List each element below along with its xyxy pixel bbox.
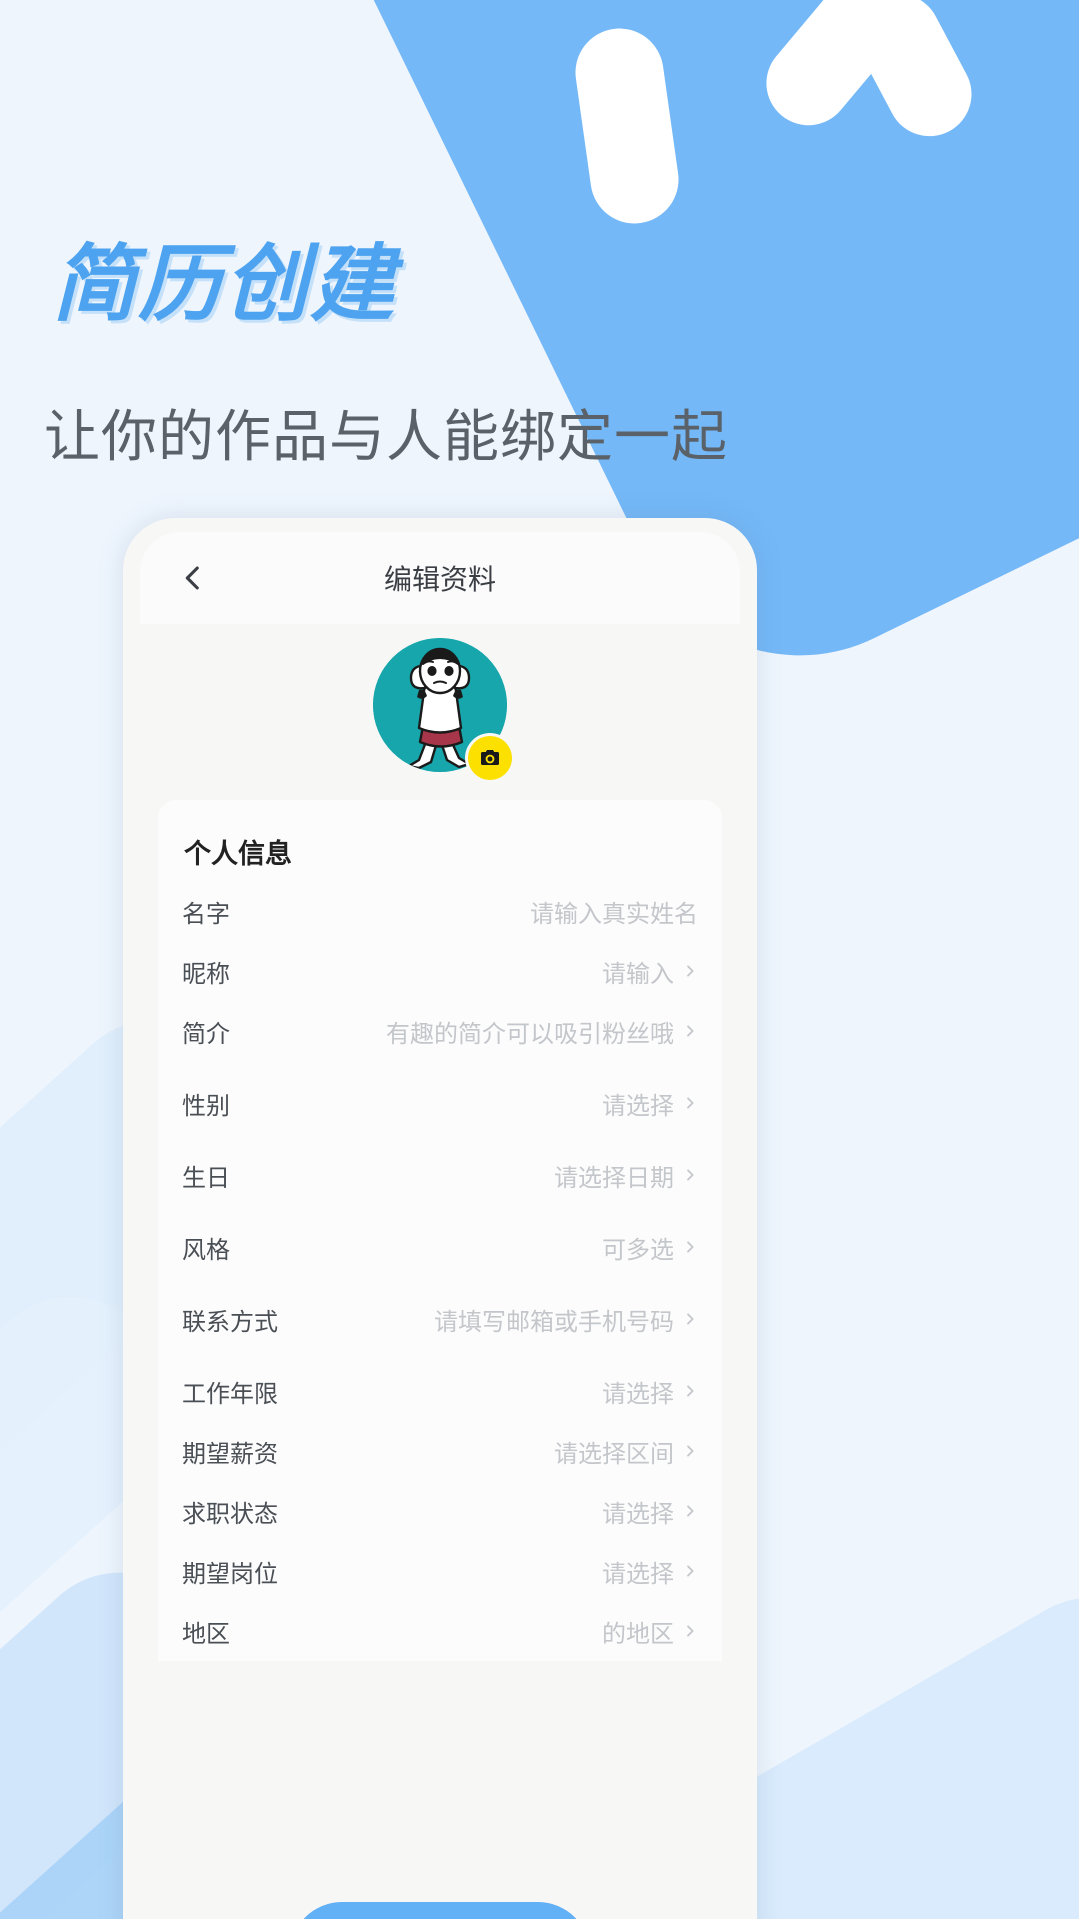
hero-headline: 简历创建 — [52, 242, 396, 326]
table-row[interactable]: 简介 有趣的简介可以吸引粉丝哦 — [182, 1001, 698, 1061]
table-row[interactable]: 工作年限 请选择 — [182, 1361, 698, 1421]
chevron-right-icon — [682, 1623, 698, 1639]
table-row[interactable]: 性别 请选择 — [182, 1073, 698, 1133]
row-value: 请选择区间 — [554, 1434, 674, 1469]
row-value-wrap: 请选择 — [602, 1086, 698, 1121]
row-label: 名字 — [182, 894, 230, 929]
row-value-wrap: 请选择 — [602, 1494, 698, 1529]
row-label: 风格 — [182, 1230, 230, 1265]
row-label: 期望薪资 — [182, 1434, 278, 1469]
row-value: 请选择 — [602, 1086, 674, 1121]
row-value-wrap: 请输入 — [602, 954, 698, 989]
row-value: 请输入 — [602, 954, 674, 989]
row-label: 性别 — [182, 1086, 230, 1121]
row-value-wrap: 请选择日期 — [554, 1158, 698, 1193]
page-title: 编辑资料 — [140, 558, 740, 598]
row-value: 请选择日期 — [554, 1158, 674, 1193]
row-label: 简介 — [182, 1014, 230, 1049]
personal-info-card: 个人信息 名字 请输入真实姓名 昵称 请输入 简介 有趣的简介可以吸引粉丝哦 — [158, 800, 722, 1661]
row-label: 期望岗位 — [182, 1554, 278, 1589]
card-title: 个人信息 — [182, 818, 698, 881]
row-label: 生日 — [182, 1158, 230, 1193]
phone-mockup: 编辑资料 — [123, 518, 757, 1919]
row-value-wrap: 请选择区间 — [554, 1434, 698, 1469]
table-row[interactable]: 期望岗位 请选择 — [182, 1541, 698, 1601]
floating-action-button[interactable] — [290, 1902, 590, 1919]
table-row[interactable]: 联系方式 请填写邮箱或手机号码 — [182, 1289, 698, 1349]
table-row[interactable]: 风格 可多选 — [182, 1217, 698, 1277]
chevron-right-icon — [682, 1503, 698, 1519]
chevron-right-icon — [682, 1167, 698, 1183]
camera-badge[interactable] — [468, 736, 512, 780]
row-value: 可多选 — [602, 1230, 674, 1265]
row-label: 工作年限 — [182, 1374, 278, 1409]
row-value: 请选择 — [602, 1374, 674, 1409]
table-row[interactable]: 期望薪资 请选择区间 — [182, 1421, 698, 1481]
table-row[interactable]: 地区 的地区 — [182, 1601, 698, 1661]
table-row[interactable]: 名字 请输入真实姓名 — [182, 881, 698, 941]
table-row[interactable]: 生日 请选择日期 — [182, 1145, 698, 1205]
row-value-wrap: 请输入真实姓名 — [530, 894, 698, 929]
row-value: 请填写邮箱或手机号码 — [434, 1302, 674, 1337]
chevron-right-icon — [682, 1023, 698, 1039]
chevron-right-icon — [682, 963, 698, 979]
app-header: 编辑资料 — [140, 532, 740, 624]
hero-subheadline: 让你的作品与人能绑定一起 — [44, 392, 728, 473]
avatar-section — [140, 624, 740, 794]
row-value: 请输入真实姓名 — [530, 894, 698, 929]
row-value: 的地区 — [602, 1614, 674, 1649]
row-value: 请选择 — [602, 1494, 674, 1529]
row-value-wrap: 可多选 — [602, 1230, 698, 1265]
camera-icon — [478, 746, 502, 770]
row-value-wrap: 请选择 — [602, 1554, 698, 1589]
row-value-wrap: 请填写邮箱或手机号码 — [434, 1302, 698, 1337]
chevron-right-icon — [682, 1239, 698, 1255]
row-label: 地区 — [182, 1614, 230, 1649]
table-row[interactable]: 昵称 请输入 — [182, 941, 698, 1001]
row-value-wrap: 的地区 — [602, 1614, 698, 1649]
row-value: 有趣的简介可以吸引粉丝哦 — [386, 1014, 674, 1049]
row-label: 求职状态 — [182, 1494, 278, 1529]
chevron-right-icon — [682, 1383, 698, 1399]
row-value: 请选择 — [602, 1554, 674, 1589]
row-value-wrap: 请选择 — [602, 1374, 698, 1409]
row-label: 昵称 — [182, 954, 230, 989]
row-value-wrap: 有趣的简介可以吸引粉丝哦 — [386, 1014, 698, 1049]
chevron-right-icon — [682, 1311, 698, 1327]
chevron-right-icon — [682, 1563, 698, 1579]
chevron-right-icon — [682, 1095, 698, 1111]
phone-screen: 编辑资料 — [140, 532, 740, 1919]
table-row[interactable]: 求职状态 请选择 — [182, 1481, 698, 1541]
chevron-right-icon — [682, 1443, 698, 1459]
row-label: 联系方式 — [182, 1302, 278, 1337]
